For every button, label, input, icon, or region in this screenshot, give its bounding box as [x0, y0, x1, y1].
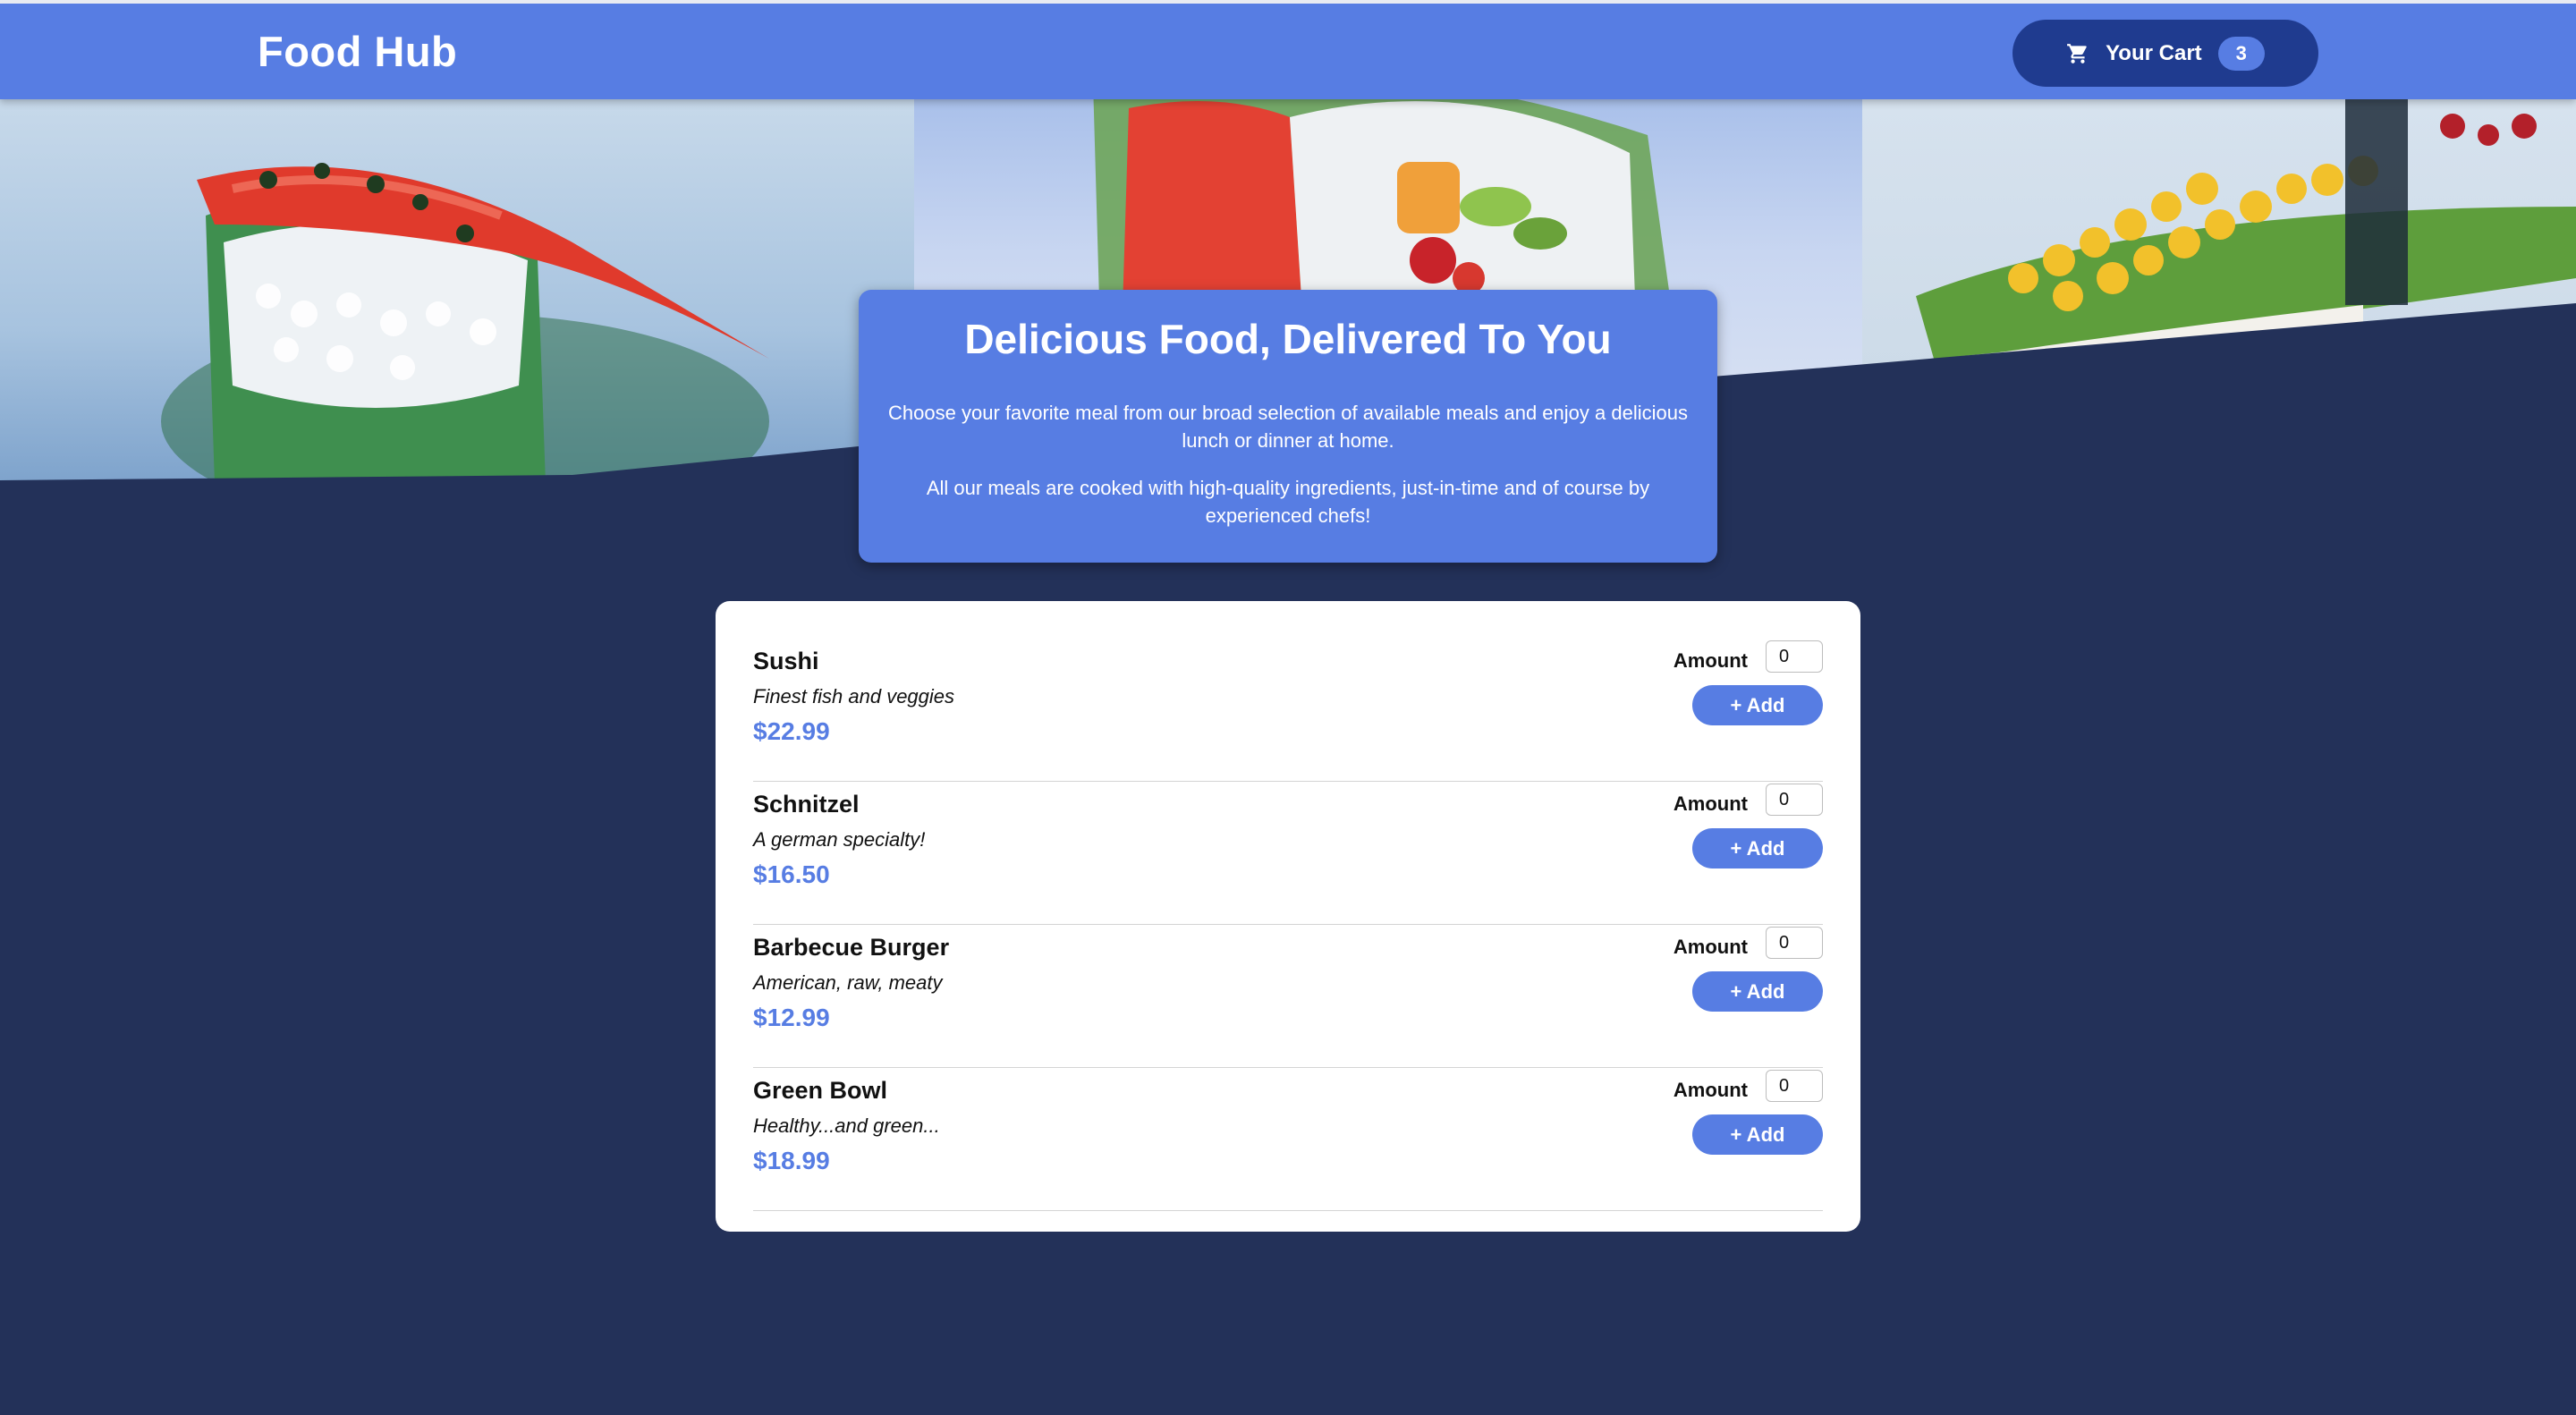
meal-name: Schnitzel — [753, 791, 860, 818]
app-logo-title: Food Hub — [258, 28, 458, 75]
shopping-cart-icon — [2067, 43, 2087, 64]
meal-price: $18.99 — [753, 1147, 830, 1174]
meals-list-card: Sushi Finest fish and veggies $22.99 Amo… — [716, 601, 1860, 1232]
meal-item-sushi: Sushi Finest fish and veggies $22.99 Amo… — [753, 639, 1823, 782]
amount-input[interactable] — [1766, 640, 1823, 673]
meal-price: $12.99 — [753, 1004, 830, 1031]
intro-paragraph-1: Choose your favorite meal from our broad… — [888, 402, 1688, 452]
meal-item-schnitzel: Schnitzel A german specialty! $16.50 Amo… — [753, 782, 1823, 925]
cart-button[interactable]: Your Cart 3 — [2012, 20, 2318, 87]
meal-name: Sushi — [753, 648, 819, 674]
add-to-cart-button[interactable]: + Add — [1692, 828, 1823, 868]
cart-label: Your Cart — [2106, 40, 2202, 65]
meal-description: Finest fish and veggies — [753, 685, 955, 708]
add-to-cart-button[interactable]: + Add — [1692, 685, 1823, 725]
intro-paragraph-2: All our meals are cooked with high-quali… — [926, 477, 1650, 527]
meal-item-barbecue-burger: Barbecue Burger American, raw, meaty $12… — [753, 925, 1823, 1068]
meal-description: Healthy...and green... — [753, 1114, 940, 1137]
add-to-cart-button[interactable]: + Add — [1692, 1114, 1823, 1155]
meal-item-green-bowl: Green Bowl Healthy...and green... $18.99… — [753, 1068, 1823, 1211]
meal-description: A german specialty! — [753, 828, 926, 851]
amount-label: Amount — [1673, 792, 1748, 815]
meal-description: American, raw, meaty — [753, 971, 943, 994]
amount-input[interactable] — [1766, 1070, 1823, 1102]
intro-heading: Delicious Food, Delivered To You — [964, 316, 1612, 362]
meal-name: Barbecue Burger — [753, 934, 950, 961]
intro-summary-card: Delicious Food, Delivered To You Choose … — [859, 290, 1717, 563]
meal-price: $22.99 — [753, 717, 830, 745]
meal-price: $16.50 — [753, 860, 830, 888]
amount-input[interactable] — [1766, 927, 1823, 959]
add-to-cart-button[interactable]: + Add — [1692, 971, 1823, 1012]
amount-input[interactable] — [1766, 784, 1823, 816]
amount-label: Amount — [1673, 1079, 1748, 1101]
amount-label: Amount — [1673, 936, 1748, 958]
amount-label: Amount — [1673, 649, 1748, 672]
cart-count-badge: 3 — [2217, 36, 2265, 71]
meal-name: Green Bowl — [753, 1077, 888, 1104]
top-header: Food Hub Your Cart 3 — [0, 0, 2576, 99]
